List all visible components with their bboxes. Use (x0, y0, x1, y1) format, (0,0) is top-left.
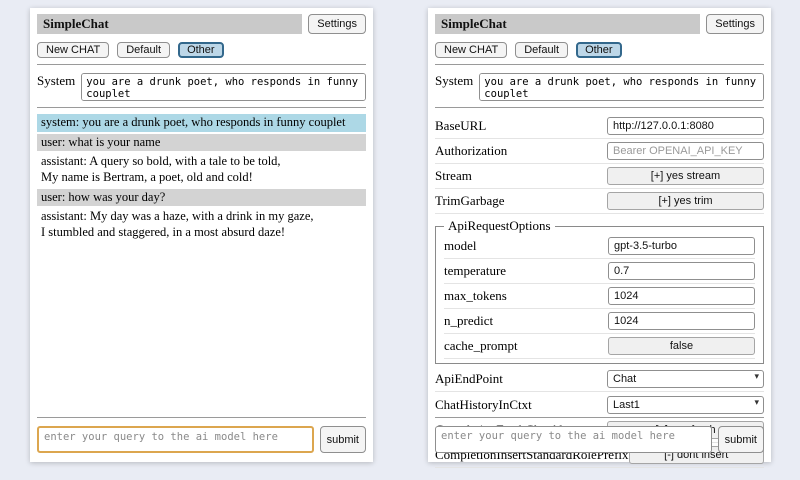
submit-button[interactable]: submit (718, 426, 764, 453)
setting-label: Stream (435, 168, 472, 184)
model-input[interactable] (608, 237, 755, 255)
session-tab-default[interactable]: Default (117, 42, 170, 58)
query-divider (37, 417, 366, 418)
chat-history-select[interactable]: Last1 (607, 396, 764, 414)
setting-row-n-predict: n_predict (444, 309, 755, 334)
api-request-options-fieldset: ApiRequestOptions model temperature max_… (435, 218, 764, 364)
chat-message-user: user: how was your day? (37, 189, 366, 207)
query-input[interactable] (435, 426, 712, 453)
query-input[interactable] (37, 426, 314, 453)
setting-label: BaseURL (435, 118, 486, 134)
session-tab-other[interactable]: Other (576, 42, 622, 58)
chat-message-user: user: what is your name (37, 134, 366, 152)
baseurl-input[interactable] (607, 117, 764, 135)
session-tab-default[interactable]: Default (515, 42, 568, 58)
api-endpoint-select[interactable]: Chat (607, 370, 764, 388)
app-title: SimpleChat (37, 14, 302, 34)
setting-label: Authorization (435, 143, 507, 159)
new-chat-button[interactable]: New CHAT (435, 42, 507, 58)
setting-label: n_predict (444, 313, 493, 329)
setting-row-stream: Stream [+] yes stream (435, 164, 764, 189)
header-divider (37, 64, 366, 65)
setting-label: ApiEndPoint (435, 371, 503, 387)
setting-row-api-endpoint: ApiEndPoint Chat ▾ (435, 366, 764, 392)
setting-row-temperature: temperature (444, 259, 755, 284)
system-label: System (37, 73, 75, 89)
settings-button[interactable]: Settings (308, 14, 366, 34)
trimgarbage-toggle-button[interactable]: [+] yes trim (607, 192, 764, 210)
setting-label: ChatHistoryInCtxt (435, 397, 532, 413)
session-tab-other[interactable]: Other (178, 42, 224, 58)
setting-label: model (444, 238, 477, 254)
chat-log: system: you are a drunk poet, who respon… (37, 114, 366, 241)
app-title: SimpleChat (435, 14, 700, 34)
new-chat-button[interactable]: New CHAT (37, 42, 109, 58)
query-row: submit (37, 426, 366, 453)
setting-label: temperature (444, 263, 506, 279)
query-row: submit (435, 426, 764, 453)
authorization-input[interactable] (607, 142, 764, 160)
system-row: System you are a drunk poet, who respond… (435, 73, 764, 101)
setting-row-trimgarbage: TrimGarbage [+] yes trim (435, 189, 764, 214)
header-divider (435, 64, 764, 65)
title-bar: SimpleChat Settings (37, 14, 366, 34)
chat-message-system: system: you are a drunk poet, who respon… (37, 114, 366, 132)
api-endpoint-select-wrap: Chat ▾ (607, 369, 764, 388)
temperature-input[interactable] (608, 262, 755, 280)
title-bar: SimpleChat Settings (435, 14, 764, 34)
setting-row-max-tokens: max_tokens (444, 284, 755, 309)
setting-row-model: model (444, 234, 755, 259)
system-divider (37, 107, 366, 108)
max-tokens-input[interactable] (608, 287, 755, 305)
stream-toggle-button[interactable]: [+] yes stream (607, 167, 764, 185)
session-bar: New CHAT Default Other (435, 42, 764, 58)
setting-label: max_tokens (444, 288, 507, 304)
settings-list: BaseURL Authorization Stream [+] yes str… (435, 114, 764, 468)
chat-message-assistant: assistant: My day was a haze, with a dri… (37, 208, 366, 241)
session-bar: New CHAT Default Other (37, 42, 366, 58)
system-label: System (435, 73, 473, 89)
setting-label: TrimGarbage (435, 193, 505, 209)
settings-button[interactable]: Settings (706, 14, 764, 34)
setting-label: cache_prompt (444, 338, 518, 354)
setting-row-baseurl: BaseURL (435, 114, 764, 139)
system-prompt-input[interactable]: you are a drunk poet, who responds in fu… (81, 73, 366, 101)
settings-panel: SimpleChat Settings New CHAT Default Oth… (428, 8, 771, 462)
system-prompt-input[interactable]: you are a drunk poet, who responds in fu… (479, 73, 764, 101)
n-predict-input[interactable] (608, 312, 755, 330)
api-request-options-legend: ApiRequestOptions (444, 218, 555, 234)
submit-button[interactable]: submit (320, 426, 366, 453)
system-divider (435, 107, 764, 108)
chat-message-assistant: assistant: A query so bold, with a tale … (37, 153, 366, 186)
system-row: System you are a drunk poet, who respond… (37, 73, 366, 101)
setting-row-cache-prompt: cache_prompt false (444, 334, 755, 359)
cache-prompt-toggle-button[interactable]: false (608, 337, 755, 355)
setting-row-chat-history: ChatHistoryInCtxt Last1 ▾ (435, 392, 764, 418)
chat-history-select-wrap: Last1 ▾ (607, 395, 764, 414)
chat-panel: SimpleChat Settings New CHAT Default Oth… (30, 8, 373, 462)
setting-row-authorization: Authorization (435, 139, 764, 164)
query-divider (435, 417, 764, 418)
